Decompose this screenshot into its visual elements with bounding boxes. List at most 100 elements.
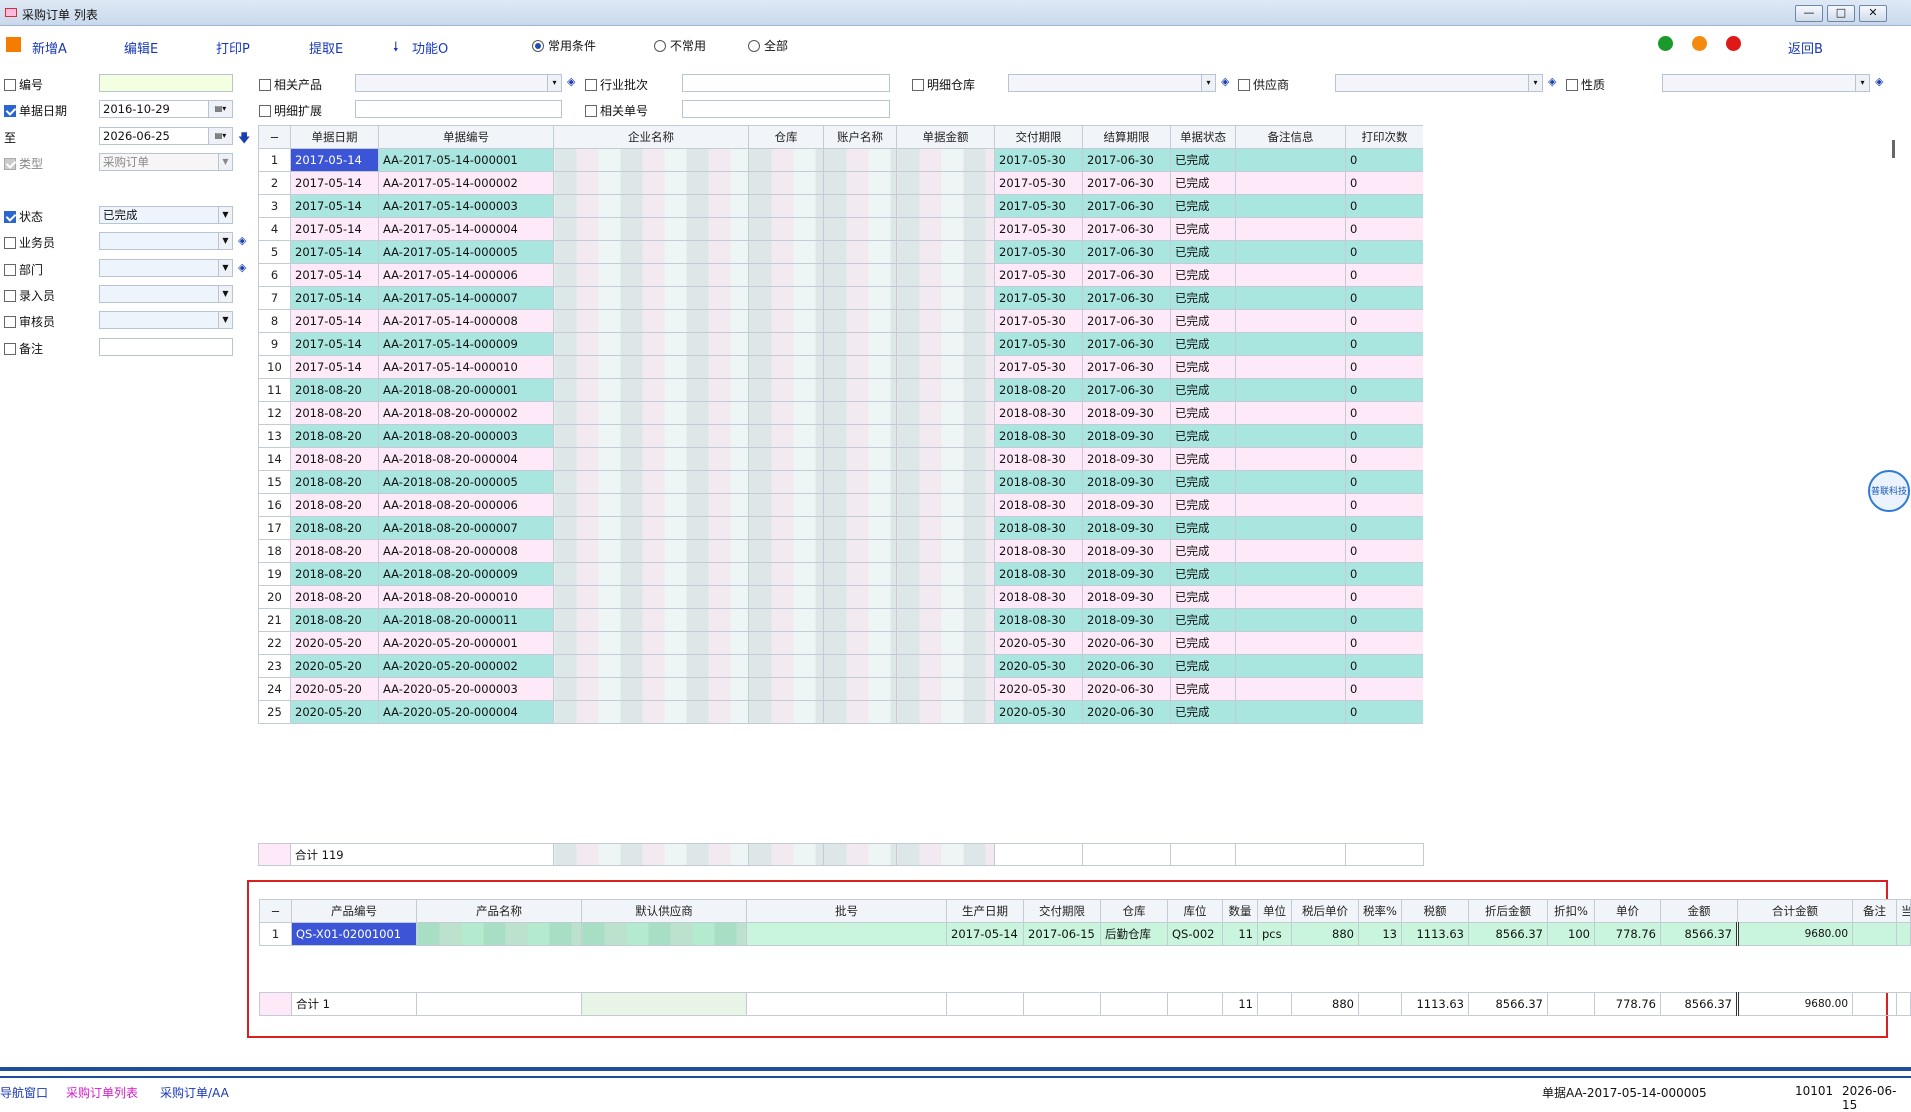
detail-column-header[interactable]: 金额 xyxy=(1660,899,1738,923)
redacted-cell[interactable] xyxy=(896,654,995,678)
cell-print-count[interactable]: 0 xyxy=(1345,654,1423,678)
related-product-checkbox[interactable] xyxy=(259,79,271,91)
dept-select[interactable]: ▼ xyxy=(99,259,233,277)
column-header[interactable]: 单据状态 xyxy=(1170,125,1236,149)
redacted-cell[interactable] xyxy=(823,539,897,563)
detail-location[interactable]: QS-002 xyxy=(1167,922,1223,946)
cell-doc-number[interactable]: AA-2017-05-14-000004 xyxy=(378,217,554,241)
nav-window-tab[interactable]: 导航窗口 xyxy=(0,1084,48,1101)
minimize-button[interactable]: — xyxy=(1795,5,1823,22)
cell-status[interactable]: 已完成 xyxy=(1170,401,1236,425)
redacted-cell[interactable] xyxy=(823,585,897,609)
cell-print-count[interactable]: 0 xyxy=(1345,424,1423,448)
redacted-cell[interactable] xyxy=(823,631,897,655)
detail-remark[interactable] xyxy=(1852,922,1897,946)
cell-remark[interactable] xyxy=(1235,401,1346,425)
chevron-down-icon[interactable]: ▾ xyxy=(1201,75,1215,91)
detail-column-header[interactable]: 交付期限 xyxy=(1023,899,1101,923)
cell-print-count[interactable]: 0 xyxy=(1345,493,1423,517)
detail-discount[interactable]: 100 xyxy=(1547,922,1595,946)
cell-doc-number[interactable]: AA-2017-05-14-000010 xyxy=(378,355,554,379)
cell-settle-date[interactable]: 2017-06-30 xyxy=(1082,171,1171,195)
cell-settle-date[interactable]: 2018-09-30 xyxy=(1082,470,1171,494)
redacted-cell[interactable] xyxy=(553,171,749,195)
detail-wh-filter[interactable]: 明细仓库 xyxy=(912,76,975,93)
table-row[interactable]: 15 2018-08-20 AA-2018-08-20-000005 2018-08-… xyxy=(258,470,1423,494)
redacted-cell[interactable] xyxy=(553,401,749,425)
clerk-filter[interactable]: 业务员 xyxy=(4,234,55,251)
add-icon[interactable] xyxy=(6,37,21,52)
redacted-cell[interactable] xyxy=(748,700,824,724)
redacted-cell[interactable] xyxy=(823,677,897,701)
redacted-cell[interactable] xyxy=(823,654,897,678)
cell-doc-number[interactable]: AA-2018-08-20-000010 xyxy=(378,585,554,609)
cell-status[interactable]: 已完成 xyxy=(1170,631,1236,655)
cell-remark[interactable] xyxy=(1235,332,1346,356)
cell-doc-number[interactable]: AA-2020-05-20-000001 xyxy=(378,631,554,655)
detail-column-header[interactable]: 当 xyxy=(1896,899,1911,923)
table-row[interactable]: 14 2018-08-20 AA-2018-08-20-000004 2018-08-… xyxy=(258,447,1423,471)
cell-deliver-date[interactable]: 2017-05-30 xyxy=(994,332,1083,356)
table-row[interactable]: 18 2018-08-20 AA-2018-08-20-000008 2018-08-… xyxy=(258,539,1423,563)
redacted-cell[interactable] xyxy=(823,148,897,172)
detail-column-header[interactable]: 生产日期 xyxy=(946,899,1024,923)
redacted-cell[interactable] xyxy=(896,470,995,494)
cell-status[interactable]: 已完成 xyxy=(1170,539,1236,563)
detail-ext-input[interactable] xyxy=(355,100,562,118)
redacted-cell[interactable] xyxy=(553,447,749,471)
cell-doc-number[interactable]: AA-2018-08-20-000003 xyxy=(378,424,554,448)
cell-deliver-date[interactable]: 2018-08-30 xyxy=(994,401,1083,425)
cell-remark[interactable] xyxy=(1235,309,1346,333)
redacted-cell[interactable] xyxy=(896,608,995,632)
cell-settle-date[interactable]: 2020-06-30 xyxy=(1082,631,1171,655)
detail-qty[interactable]: 11 xyxy=(1222,922,1258,946)
redacted-cell[interactable] xyxy=(553,309,749,333)
cell-print-count[interactable]: 0 xyxy=(1345,332,1423,356)
cell-doc-date[interactable]: 2020-05-20 xyxy=(290,677,379,701)
chevron-down-icon[interactable]: ▾ xyxy=(547,75,561,91)
cell-deliver-date[interactable]: 2018-08-30 xyxy=(994,424,1083,448)
remark-filter[interactable]: 备注 xyxy=(4,340,43,357)
detail-extra[interactable] xyxy=(1896,922,1911,946)
brand-badge[interactable]: 普联科技 xyxy=(1868,470,1910,512)
detail-unit[interactable]: pcs xyxy=(1257,922,1292,946)
cell-status[interactable]: 已完成 xyxy=(1170,700,1236,724)
cell-settle-date[interactable]: 2018-09-30 xyxy=(1082,562,1171,586)
cell-doc-date[interactable]: 2017-05-14 xyxy=(290,171,379,195)
redacted-cell[interactable] xyxy=(896,332,995,356)
redacted-cell[interactable] xyxy=(553,470,749,494)
cell-print-count[interactable]: 0 xyxy=(1345,516,1423,540)
detail-column-header[interactable]: 备注 xyxy=(1852,899,1897,923)
cell-deliver-date[interactable]: 2020-05-30 xyxy=(994,631,1083,655)
remark-input[interactable] xyxy=(99,338,233,356)
add-button[interactable]: 新增A xyxy=(32,38,67,57)
redacted-cell[interactable] xyxy=(823,608,897,632)
redacted-cell[interactable] xyxy=(748,286,824,310)
calendar-dropdown-icon[interactable]: ▤▾ xyxy=(208,101,232,117)
redacted-cell[interactable] xyxy=(553,148,749,172)
table-row[interactable]: 25 2020-05-20 AA-2020-05-20-000004 2020-05-… xyxy=(258,700,1423,724)
redacted-cell[interactable] xyxy=(896,493,995,517)
table-row[interactable]: 10 2017-05-14 AA-2017-05-14-000010 2017-05-… xyxy=(258,355,1423,379)
cell-deliver-date[interactable]: 2017-05-30 xyxy=(994,148,1083,172)
cell-print-count[interactable]: 0 xyxy=(1345,240,1423,264)
redacted-cell[interactable] xyxy=(748,194,824,218)
related-product-select[interactable]: ▾ xyxy=(355,74,562,92)
detail-wh-checkbox[interactable] xyxy=(912,79,924,91)
cell-print-count[interactable]: 0 xyxy=(1345,378,1423,402)
redacted-cell[interactable] xyxy=(748,654,824,678)
redacted-cell[interactable] xyxy=(553,263,749,287)
cell-remark[interactable] xyxy=(1235,516,1346,540)
cell-deliver-date[interactable]: 2017-05-30 xyxy=(994,194,1083,218)
detail-column-header[interactable]: 产品编号 xyxy=(291,899,417,923)
detail-tax-rate[interactable]: 13 xyxy=(1358,922,1402,946)
pick-icon[interactable]: ◈ xyxy=(238,234,246,247)
cell-doc-number[interactable]: AA-2017-05-14-000008 xyxy=(378,309,554,333)
redacted-cell[interactable] xyxy=(748,378,824,402)
table-row[interactable]: 3 2017-05-14 AA-2017-05-14-000003 2017-05-3… xyxy=(258,194,1423,218)
cell-deliver-date[interactable]: 2018-08-30 xyxy=(994,493,1083,517)
redacted-cell[interactable] xyxy=(823,470,897,494)
detail-tax-amount[interactable]: 1113.63 xyxy=(1401,922,1469,946)
cell-settle-date[interactable]: 2017-06-30 xyxy=(1082,148,1171,172)
redacted-cell[interactable] xyxy=(748,401,824,425)
